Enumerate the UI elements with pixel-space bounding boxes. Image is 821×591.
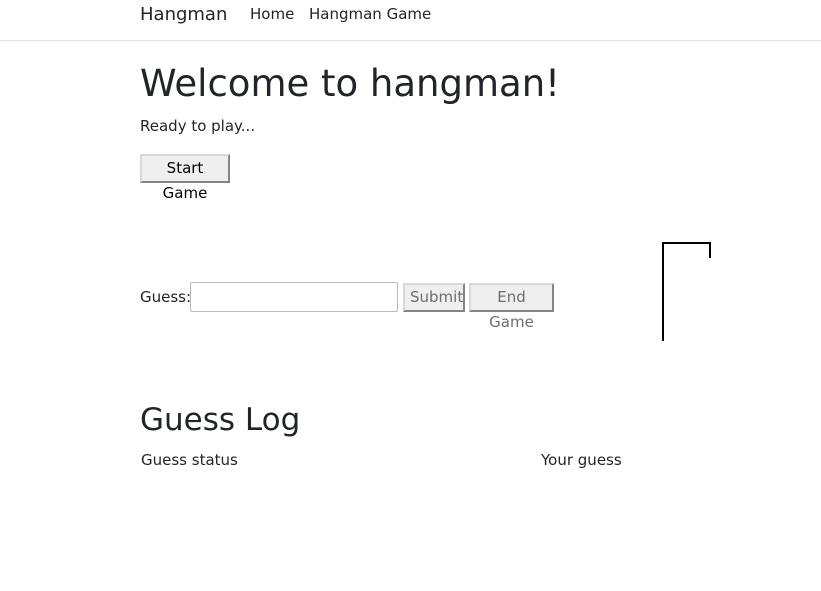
navbar: Hangman Home Hangman Game [0, 0, 821, 41]
game-status-text: Ready to play... [140, 117, 256, 135]
start-game-button[interactable]: Start Game [140, 154, 230, 202]
guess-input[interactable] [190, 282, 398, 312]
nav-link-home[interactable]: Home [250, 5, 294, 23]
end-game-button[interactable]: End Game [469, 283, 554, 331]
nav-link-hangman-game[interactable]: Hangman Game [309, 5, 431, 23]
guess-log-title: Guess Log [140, 402, 301, 438]
page-title: Welcome to hangman! [140, 62, 560, 105]
column-header-your-guess: Your guess [541, 451, 622, 469]
gallows-drawing [662, 242, 711, 341]
column-header-guess-status: Guess status [141, 451, 238, 469]
submit-button[interactable]: Submit [403, 283, 465, 312]
brand-link[interactable]: Hangman [140, 4, 227, 26]
guess-label: Guess: [140, 288, 192, 306]
